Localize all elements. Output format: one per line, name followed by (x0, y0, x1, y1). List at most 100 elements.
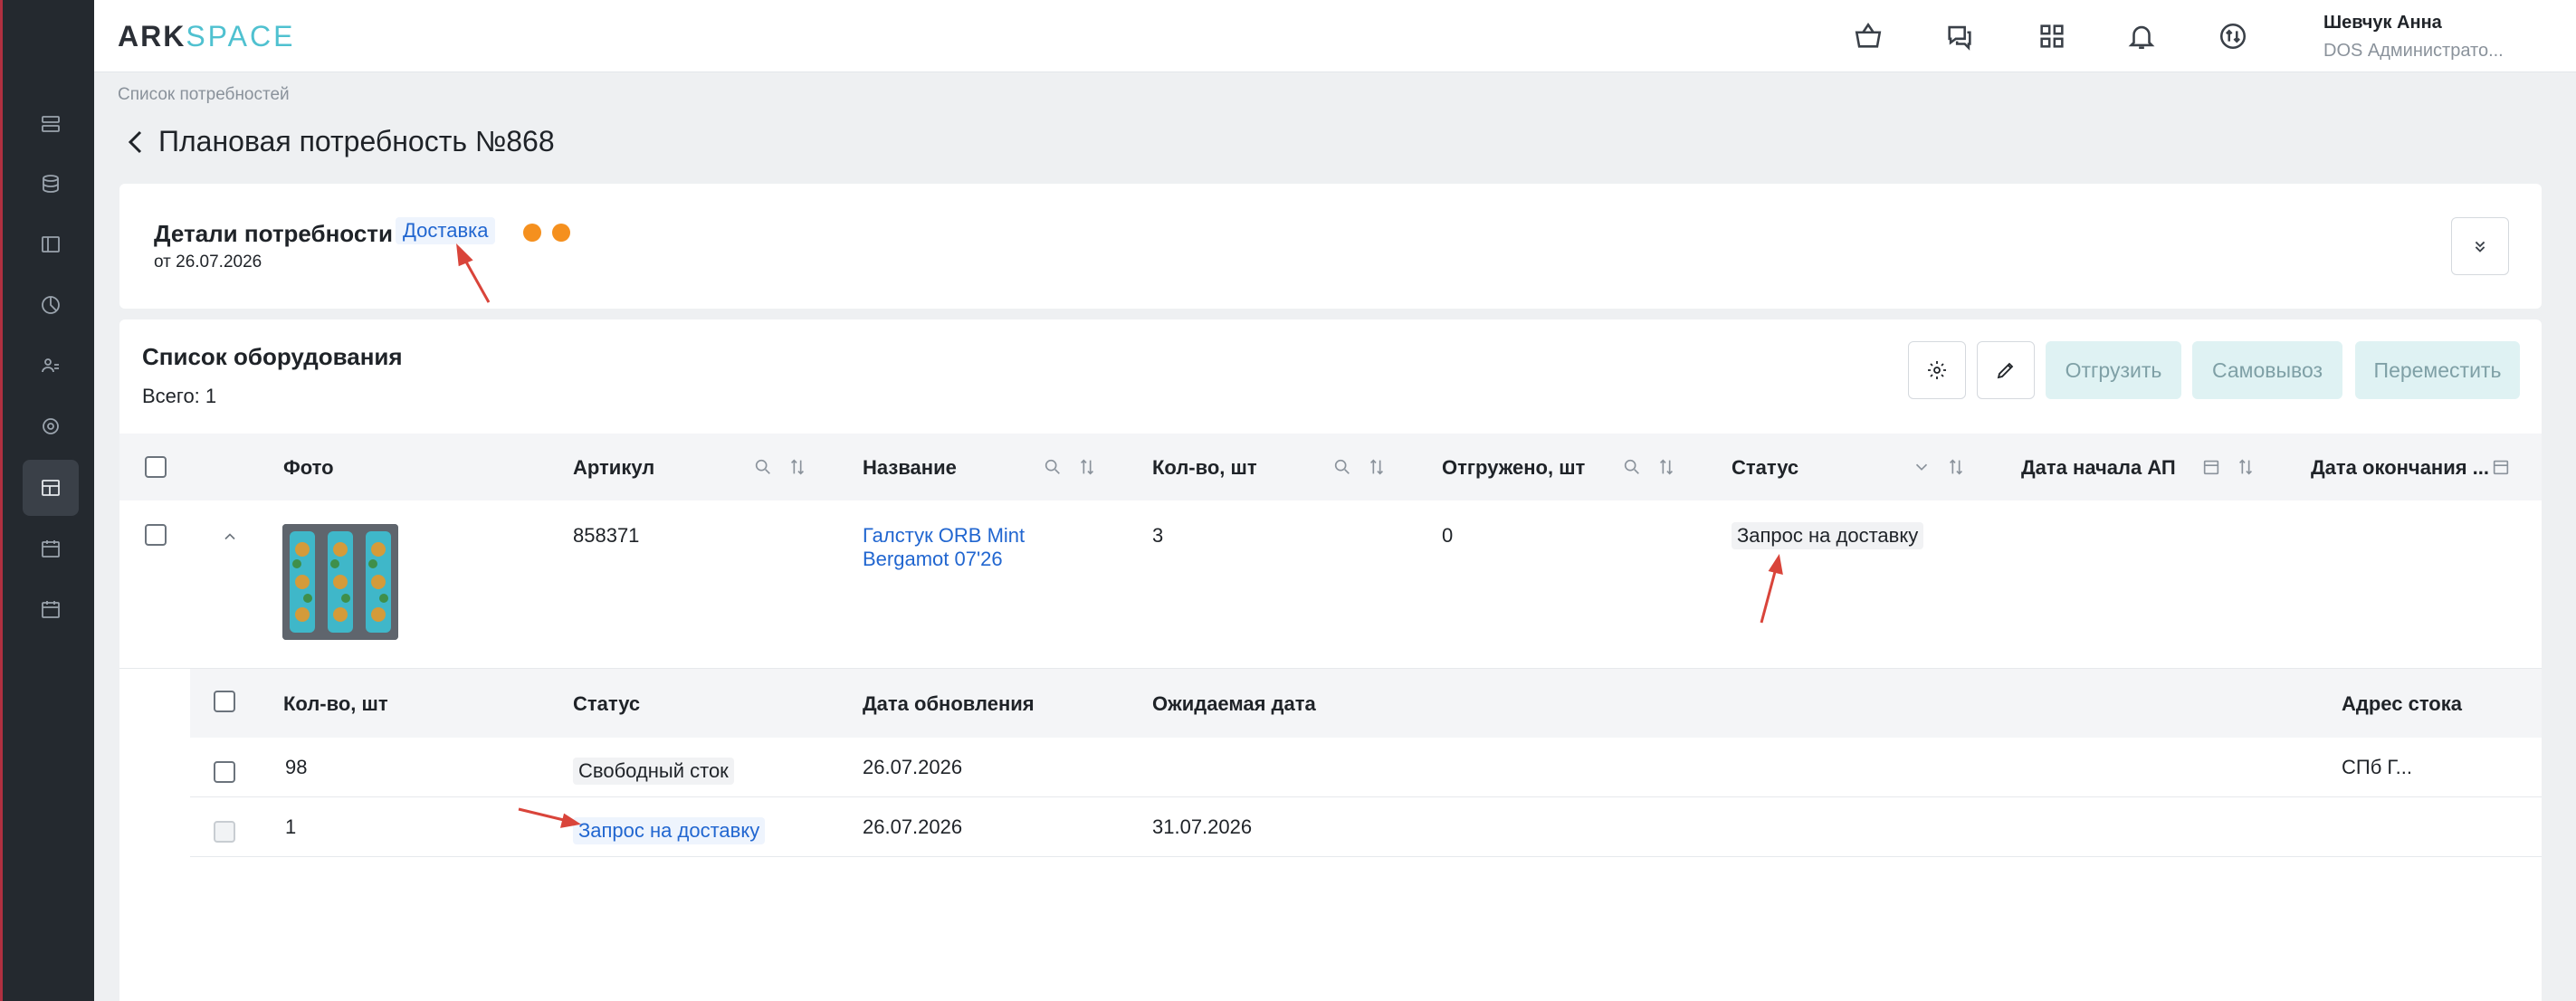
column-header: Кол-во, шт (1152, 456, 1257, 479)
expected-cell: 31.07.2026 (1152, 815, 1253, 838)
chevron-down-icon[interactable] (1912, 457, 1932, 481)
stock-subtable: Кол-во, шт Статус Дата обновления Ожидае… (190, 669, 2542, 859)
sidebar-item-analytics[interactable] (23, 277, 79, 333)
calendar-icon[interactable] (2491, 457, 2511, 481)
search-icon[interactable] (753, 457, 773, 481)
user-name: Шевчук Анна (2323, 13, 2442, 33)
product-photo[interactable] (282, 524, 398, 640)
column-header: Кол-во, шт (283, 692, 388, 715)
details-title: Детали потребности (154, 220, 394, 247)
chevron-up-icon[interactable] (221, 528, 239, 550)
pickup-button[interactable]: Самовывоз (2192, 341, 2342, 399)
table-row[interactable]: 858371 Галстук ORB Mint Bergamot 07'26 3… (119, 500, 2542, 669)
calendar-icon (42, 540, 60, 558)
pie-chart-icon (42, 296, 60, 314)
edit-button[interactable] (1977, 341, 2035, 399)
top-bar: ARKSPACE Шевчук Анна DOS Администрато... (94, 0, 2576, 72)
select-all-checkbox[interactable] (145, 456, 167, 478)
details-card: Детали потребности от 26.07.2026 Доставк… (119, 184, 2542, 309)
row-checkbox[interactable] (214, 761, 235, 783)
column-header: Название (863, 456, 957, 479)
details-date: от 26.07.2026 (154, 253, 262, 272)
sort-icon[interactable] (1077, 457, 1097, 481)
equipment-total: Всего: 1 (142, 385, 217, 407)
sort-icon[interactable] (787, 457, 807, 481)
column-header: Дата обновления (863, 692, 1035, 715)
address-cell: СПб Г... (2342, 756, 2412, 778)
sort-icon[interactable] (1656, 457, 1676, 481)
bell-icon[interactable] (2122, 16, 2161, 56)
pencil-icon (1997, 362, 2014, 379)
sort-icon[interactable] (1367, 457, 1387, 481)
database-icon (43, 175, 59, 193)
breadcrumb[interactable]: Список потребностей (118, 85, 290, 105)
row-checkbox[interactable] (145, 524, 167, 546)
sidebar-item-calendar-2[interactable] (23, 581, 79, 637)
column-header: Ожидаемая дата (1152, 692, 1316, 715)
product-name-link[interactable]: Галстук ORB Mint Bergamot 07'26 (863, 524, 1025, 571)
status-dot (523, 224, 541, 242)
equipment-card: Список оборудования Всего: 1 Отгрузить С… (119, 319, 2542, 1001)
apps-grid-icon[interactable] (2032, 16, 2072, 56)
sidebar (0, 0, 94, 1001)
column-header: Отгружено, шт (1442, 456, 1586, 479)
status-dot (552, 224, 570, 242)
calendar-icon (42, 601, 60, 618)
settings-button[interactable] (1908, 341, 1966, 399)
sidebar-item-panel[interactable] (23, 216, 79, 272)
column-header: Дата начала АП (2021, 456, 2176, 479)
back-arrow-icon[interactable] (123, 127, 148, 157)
basket-icon[interactable] (1848, 16, 1888, 56)
user-menu[interactable]: Шевчук Анна DOS Администрато... (2323, 13, 2504, 62)
delivery-badge: Доставка (396, 217, 496, 244)
expand-button[interactable] (2451, 217, 2509, 275)
table-row[interactable]: 98 Свободный сток 26.07.2026 СПб Г... (190, 738, 2542, 797)
exchange-icon[interactable] (2213, 16, 2253, 56)
sidebar-item-settings[interactable] (23, 398, 79, 454)
column-header: Артикул (573, 456, 655, 479)
status-badge: Запрос на доставку (1732, 522, 1924, 549)
row-checkbox[interactable] (214, 821, 235, 843)
equipment-title: Список оборудования (142, 343, 403, 370)
list-icon (42, 116, 60, 132)
search-icon[interactable] (1622, 457, 1642, 481)
sidebar-item-calendar[interactable] (23, 520, 79, 577)
table-icon (42, 480, 60, 496)
column-header: Адрес стока (2342, 692, 2462, 715)
ship-button[interactable]: Отгрузить (2046, 341, 2181, 399)
select-all-checkbox[interactable] (214, 691, 235, 712)
qty-cell: 98 (285, 756, 308, 778)
sidebar-item-requests[interactable] (23, 460, 79, 516)
users-icon (42, 358, 59, 373)
sidebar-item-users[interactable] (23, 338, 79, 394)
qty-cell: 3 (1152, 524, 1164, 547)
panel-icon (42, 236, 60, 253)
sort-icon[interactable] (2236, 457, 2256, 481)
column-header: Фото (283, 456, 334, 479)
gear-icon (43, 418, 59, 434)
subtable-header: Кол-во, шт Статус Дата обновления Ожидае… (190, 669, 2542, 738)
logo[interactable]: ARKSPACE (118, 20, 295, 53)
status-badge: Свободный сток (573, 758, 734, 785)
search-icon[interactable] (1043, 457, 1063, 481)
sidebar-item-list[interactable] (23, 96, 79, 152)
table-header: Фото Артикул Название Кол-во, шт Отгруже… (119, 434, 2542, 500)
search-icon[interactable] (1332, 457, 1352, 481)
sidebar-item-database[interactable] (23, 156, 79, 212)
status-badge: Запрос на доставку (573, 817, 766, 844)
updated-cell: 26.07.2026 (863, 815, 963, 838)
move-button[interactable]: Переместить (2355, 341, 2520, 399)
column-header: Статус (1732, 456, 1799, 479)
sort-icon[interactable] (1946, 457, 1966, 481)
qty-cell: 1 (285, 815, 297, 838)
gear-icon (1928, 361, 1946, 379)
article-cell: 858371 (573, 524, 640, 547)
support-chat-icon[interactable] (1940, 16, 1980, 56)
table-row[interactable]: 1 Запрос на доставку 26.07.2026 31.07.20… (190, 797, 2542, 857)
updated-cell: 26.07.2026 (863, 756, 963, 778)
column-header: Дата окончания ... (2311, 456, 2490, 479)
calendar-icon[interactable] (2201, 457, 2221, 481)
double-chevron-down-icon (2475, 241, 2485, 253)
page-title: Плановая потребность №868 (158, 125, 555, 157)
column-header: Статус (573, 692, 641, 715)
